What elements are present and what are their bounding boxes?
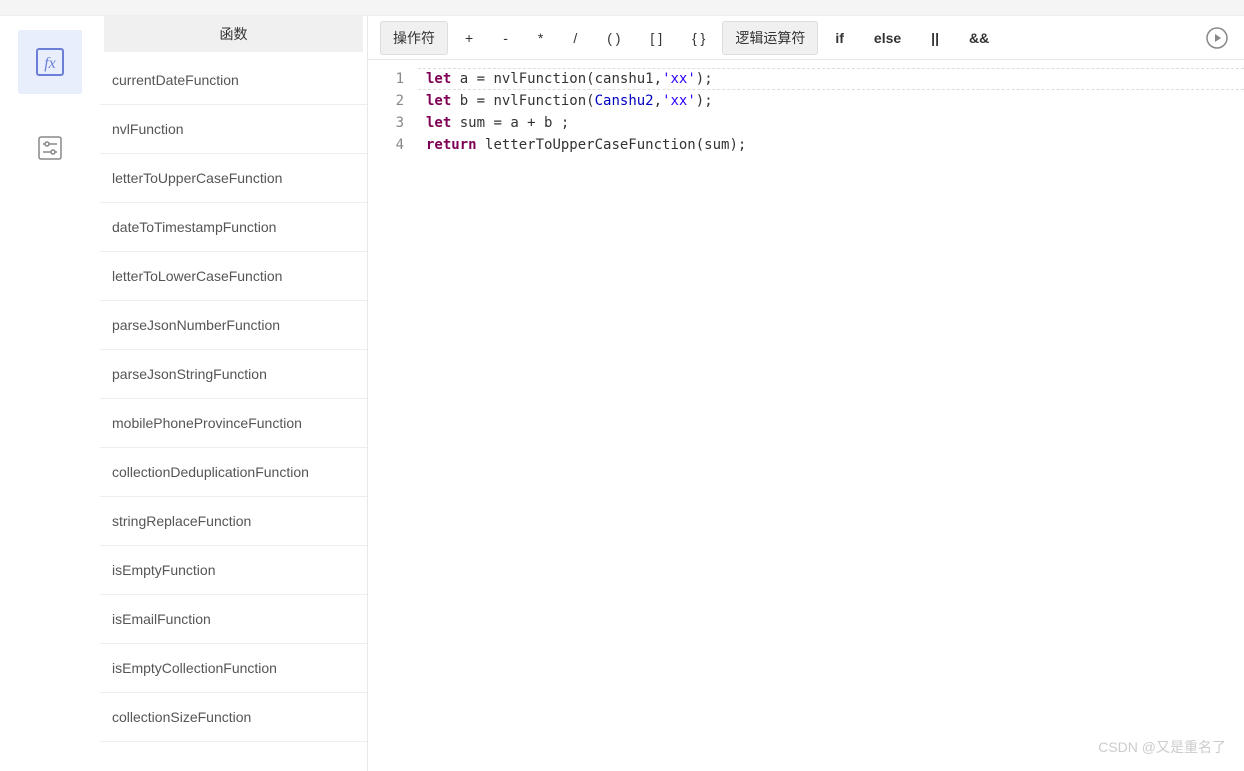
settings-tab[interactable] xyxy=(18,116,82,180)
left-rail: fx xyxy=(0,16,100,771)
function-sidebar: 函数 currentDateFunctionnvlFunctionletterT… xyxy=(100,16,368,771)
code-line[interactable]: let b = nvlFunction(Canshu2,'xx'); xyxy=(426,90,1244,112)
line-gutter: 1234 xyxy=(368,60,418,771)
function-item[interactable]: isEmailFunction xyxy=(100,595,367,644)
function-item[interactable]: parseJsonNumberFunction xyxy=(100,301,367,350)
function-item[interactable]: collectionSizeFunction xyxy=(100,693,367,742)
paren-button[interactable]: ( ) xyxy=(594,23,633,53)
and-button[interactable]: && xyxy=(956,23,1002,53)
line-number: 2 xyxy=(368,90,404,112)
function-item[interactable]: mobilePhoneProvinceFunction xyxy=(100,399,367,448)
sliders-icon xyxy=(34,132,66,164)
else-button[interactable]: else xyxy=(861,23,914,53)
line-number: 3 xyxy=(368,112,404,134)
sidebar-header: 函数 xyxy=(104,16,363,52)
function-item[interactable]: nvlFunction xyxy=(100,105,367,154)
watermark-bottom: CSDN @又是重名了 xyxy=(1098,737,1226,757)
function-item[interactable]: isEmptyFunction xyxy=(100,546,367,595)
if-button[interactable]: if xyxy=(822,23,857,53)
fx-icon: fx xyxy=(34,46,66,78)
play-icon xyxy=(1205,26,1229,50)
run-button[interactable] xyxy=(1202,23,1232,53)
plus-button[interactable]: + xyxy=(452,23,486,53)
line-number: 1 xyxy=(368,68,404,90)
formula-tab[interactable]: fx xyxy=(18,30,82,94)
function-item[interactable]: parseJsonStringFunction xyxy=(100,350,367,399)
star-button[interactable]: * xyxy=(525,23,556,53)
function-item[interactable]: currentDateFunction xyxy=(100,56,367,105)
line-number: 4 xyxy=(368,134,404,156)
top-bar xyxy=(0,0,1244,16)
code-line[interactable]: let sum = a + b ; xyxy=(426,112,1244,134)
main-container: fx 函数 currentDateFunctionnvlFunctionlett… xyxy=(0,16,1244,771)
function-item[interactable]: stringReplaceFunction xyxy=(100,497,367,546)
or-button[interactable]: || xyxy=(918,23,952,53)
code-area[interactable]: let a = nvlFunction(canshu1,'xx');let b … xyxy=(418,60,1244,771)
toolbar: 操作符 + - * / ( ) [ ] { } 逻辑运算符 if else ||… xyxy=(368,16,1244,60)
brace-button[interactable]: { } xyxy=(679,23,718,53)
function-item[interactable]: letterToLowerCaseFunction xyxy=(100,252,367,301)
minus-button[interactable]: - xyxy=(490,23,521,53)
svg-text:fx: fx xyxy=(44,55,56,72)
code-line[interactable]: return letterToUpperCaseFunction(sum); xyxy=(426,134,1244,156)
logic-button[interactable]: 逻辑运算符 xyxy=(722,21,818,55)
function-item[interactable]: letterToUpperCaseFunction xyxy=(100,154,367,203)
slash-button[interactable]: / xyxy=(560,23,590,53)
operator-button[interactable]: 操作符 xyxy=(380,21,448,55)
function-item[interactable]: isEmptyCollectionFunction xyxy=(100,644,367,693)
function-item[interactable]: dateToTimestampFunction xyxy=(100,203,367,252)
main-panel: 操作符 + - * / ( ) [ ] { } 逻辑运算符 if else ||… xyxy=(368,16,1244,771)
function-list[interactable]: currentDateFunctionnvlFunctionletterToUp… xyxy=(100,56,367,771)
function-item[interactable]: collectionDeduplicationFunction xyxy=(100,448,367,497)
code-line[interactable]: let a = nvlFunction(canshu1,'xx'); xyxy=(426,68,1244,90)
code-editor[interactable]: 1234 let a = nvlFunction(canshu1,'xx');l… xyxy=(368,60,1244,771)
bracket-button[interactable]: [ ] xyxy=(637,23,675,53)
